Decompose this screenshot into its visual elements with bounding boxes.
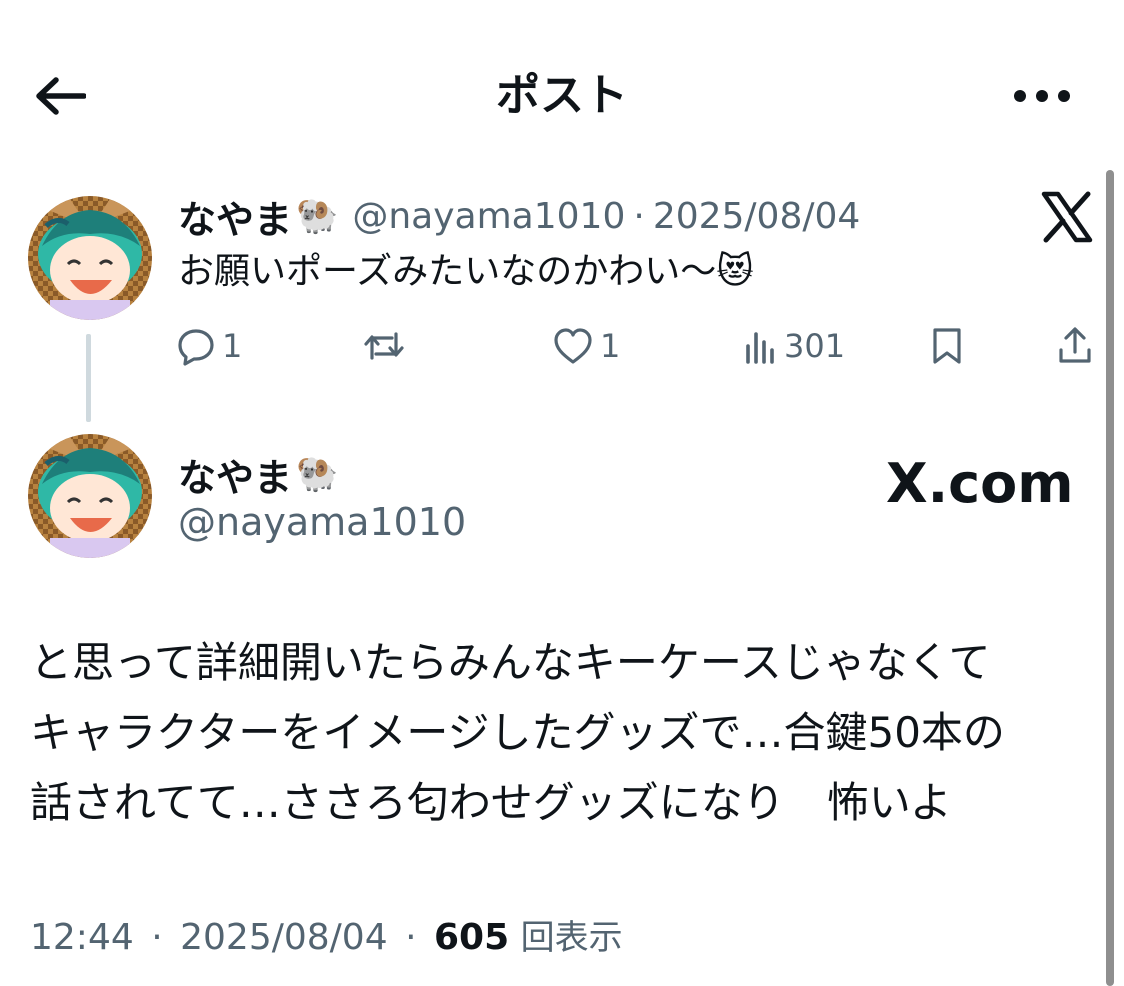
- post-meta: 12:44 · 2025/08/04 · 605 回表示: [30, 912, 623, 964]
- main-avatar[interactable]: [28, 434, 152, 558]
- sheep-emoji: 🐏: [296, 454, 339, 494]
- bookmark-icon: [933, 328, 961, 364]
- author-handle[interactable]: @nayama1010: [352, 196, 625, 237]
- separator-dot: ·: [405, 917, 417, 958]
- thread-connector-line: [86, 334, 91, 422]
- scrollbar[interactable]: [1106, 170, 1114, 986]
- body-line: と思って詳細開いたらみんなキーケースじゃなくて: [30, 638, 991, 687]
- post-date[interactable]: 2025/08/04: [653, 196, 861, 237]
- main-post-name-row: なやま 🐏: [178, 446, 352, 502]
- parent-avatar[interactable]: [28, 196, 152, 320]
- view-count-label: 回表示: [520, 918, 623, 958]
- reply-button[interactable]: 1: [176, 320, 242, 372]
- avatar-image: [28, 434, 152, 558]
- author-display-name[interactable]: なやま: [178, 447, 292, 502]
- author-display-name[interactable]: なやま: [178, 189, 292, 244]
- heart-icon: [554, 328, 592, 364]
- view-count: 301: [784, 327, 846, 365]
- sheep-emoji: 🐏: [296, 196, 339, 236]
- analytics-bar-icon: [746, 332, 774, 364]
- parent-post-header: なやま 🐏 @nayama1010 · 2025/08/04: [178, 188, 860, 244]
- bookmark-button[interactable]: [930, 320, 964, 372]
- x-com-brand: X.com: [886, 452, 1074, 515]
- view-count: 605: [433, 917, 510, 958]
- views-button[interactable]: 301: [744, 320, 845, 372]
- share-icon: [1059, 327, 1091, 363]
- parent-post-body: お願いポーズみたいなのかわい〜: [178, 251, 717, 292]
- reply-count: 1: [222, 327, 243, 365]
- post-time[interactable]: 12:44: [30, 917, 134, 958]
- page-title: ポスト: [496, 70, 628, 121]
- x-logo-icon: [1041, 191, 1093, 243]
- avatar-image: [28, 196, 152, 320]
- share-button[interactable]: [1056, 320, 1094, 372]
- main-post-body: と思って詳細開いたらみんなキーケースじゃなくて キャラクターをイメージしたグッズ…: [30, 628, 1090, 838]
- post-date[interactable]: 2025/08/04: [180, 917, 388, 958]
- more-options-button[interactable]: [1006, 72, 1078, 120]
- reply-icon: [178, 329, 214, 366]
- separator-dot: ·: [151, 917, 163, 958]
- body-line: キャラクターをイメージしたグッズで…合鍵50本の: [30, 708, 1005, 757]
- author-handle[interactable]: @nayama1010: [178, 496, 466, 548]
- like-button[interactable]: 1: [552, 320, 620, 372]
- repost-icon: [364, 332, 404, 360]
- repost-button[interactable]: [362, 320, 412, 372]
- separator-dot: ·: [633, 195, 645, 237]
- x-logo-button[interactable]: [1040, 190, 1094, 244]
- more-horizontal-icon: [1014, 90, 1070, 102]
- body-line: 話されてて…ささろ匂わせグッズになり 怖いよ: [30, 778, 952, 827]
- like-count: 1: [600, 327, 621, 365]
- heart-eyes-cat-emoji: 😻: [716, 251, 754, 292]
- parent-post-text: お願いポーズみたいなのかわい〜😻: [178, 246, 754, 298]
